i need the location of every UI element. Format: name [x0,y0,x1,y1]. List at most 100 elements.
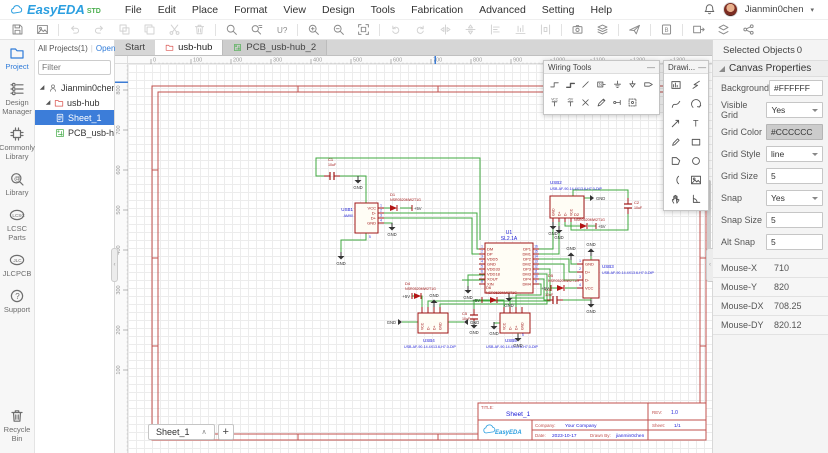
property-text-alt-snap[interactable]: 5 [766,234,823,250]
tab-usb-hub[interactable]: usb-hub [155,40,222,55]
sidebar-item-jlcpcb[interactable]: JLCJLCPCB [0,252,34,278]
sidebar-item-library[interactable]: @Library [0,171,34,197]
property-label: Alt Snap [721,237,755,247]
user-menu-chevron-down-icon[interactable]: ▾ [810,6,814,14]
svg-text:5: 5 [522,333,524,337]
open-link[interactable]: Open [96,44,116,53]
notifications-bell-icon[interactable] [703,3,716,16]
wiring-tool-earth-ground-icon[interactable] [625,77,641,92]
menu-item-view[interactable]: View [275,4,314,16]
sidebar-item-lcsc-parts[interactable]: LCSCLCSC Parts [0,207,34,242]
wiring-tool-v5-flag-icon[interactable]: +5V [563,95,579,110]
drawing-tool-arrow-icon[interactable] [666,115,686,131]
user-name[interactable]: Jianmin0chen [745,4,804,15]
toolbar-fly-netlist-icon[interactable] [622,22,647,38]
menu-item-tools[interactable]: Tools [363,4,404,16]
toolbar-image-icon[interactable] [30,22,55,38]
wiring-tool-voltage-probe-icon[interactable] [594,95,610,110]
drawing-tool-arc-3p-icon[interactable] [686,96,706,112]
avatar[interactable] [723,2,738,17]
wiring-tool-pin-icon[interactable] [609,95,625,110]
toolbar-screenshot-area-icon[interactable] [565,22,590,38]
toolbar-divider [58,24,59,36]
menu-item-help[interactable]: Help [583,4,621,16]
app-logo[interactable]: EasyEDA STD [8,3,101,16]
wiring-tool-net-flag-icon[interactable] [625,95,641,110]
toolbar-find-similar-icon[interactable] [244,22,269,38]
tree-item-sheet-1[interactable]: Sheet_1 [35,110,114,125]
toolbar-zoom-in-icon[interactable] [301,22,326,38]
toolbar-bom-icon[interactable]: B [654,22,679,38]
svg-text:Company:: Company: [535,423,556,428]
all-projects-link[interactable]: All Projects(1) [38,44,88,53]
property-text-snap-size[interactable]: 5 [766,212,823,228]
menu-item-edit[interactable]: Edit [150,4,184,16]
menu-item-fabrication[interactable]: Fabrication [403,4,471,16]
wiring-tool-no-connect-icon[interactable] [578,95,594,110]
drawing-tool-image-icon[interactable] [686,172,706,188]
drawing-tool-polygon-icon[interactable] [666,153,686,169]
property-select-grid-style[interactable]: line [766,146,823,162]
toolbar-search-icon[interactable] [219,22,244,38]
property-text-background[interactable]: #FFFFFF [769,80,823,96]
toolbar-save-icon[interactable] [5,22,30,38]
tree-expand-caret[interactable]: ◢ [45,99,51,106]
menu-item-design[interactable]: Design [314,4,363,16]
sheet-tab[interactable]: Sheet_1 ∧ [148,424,215,440]
wiring-tool-ground-icon[interactable] [609,77,625,92]
minimize-icon[interactable]: — [644,63,655,72]
sidebar-item-recycle-bin[interactable]: Recycle Bin [0,408,34,443]
tree-expand-caret[interactable]: ◢ [39,84,45,91]
sidebar-item-project[interactable]: Project [0,45,34,71]
sidebar-item-design-manager[interactable]: Design Manager [0,81,34,116]
property-select-snap[interactable]: Yes [766,190,823,206]
property-swatch-grid-color[interactable]: #CCCCCC [766,124,823,140]
sidebar-item-support[interactable]: ?Support [0,288,34,314]
drawing-tool-polyline-icon[interactable] [686,77,706,93]
wiring-tool-bus-icon[interactable] [563,77,579,92]
toolbar-update-ref-icon[interactable]: U? [269,22,294,38]
tab-start[interactable]: Start [115,40,155,55]
drawing-tool-pen-icon[interactable] [666,134,686,150]
menu-item-file[interactable]: File [117,4,150,16]
minimize-icon[interactable]: — [695,63,706,72]
canvas-properties-header[interactable]: Canvas Properties [713,60,828,77]
wiring-tool-net-port-icon[interactable] [640,77,656,92]
toolbar-zoom-out-icon[interactable] [326,22,351,38]
tree-user-row[interactable]: ◢Jianmin0chen [35,80,114,95]
drawing-tool-drag-icon[interactable] [666,191,686,207]
drawing-tool-arc-icon[interactable] [666,172,686,188]
toolbar-share-icon[interactable] [736,22,761,38]
wiring-tool-bus-entry-icon[interactable] [578,77,594,92]
toolbar-export-image-icon[interactable] [686,22,711,38]
add-sheet-button[interactable]: + [218,424,234,440]
sheet-list-chevron-icon[interactable]: ∧ [202,428,207,436]
menu-item-format[interactable]: Format [226,4,275,16]
drawing-tool-canvas-attr-icon[interactable] [666,77,686,93]
panel-splitter-handle[interactable]: ‹ [111,248,118,282]
toolbar-zoom-fit-icon[interactable] [351,22,376,38]
menu-item-setting[interactable]: Setting [534,4,583,16]
property-text-grid-size[interactable]: 5 [766,168,823,184]
menu-item-place[interactable]: Place [184,4,226,16]
wiring-tool-net-label-icon[interactable]: N [594,77,610,92]
sidebar-item-commonly-library[interactable]: Commonly Library [0,126,34,161]
schematic-canvas[interactable]: U1SL2.1ADM1DP2VDD53GND4VDD335VDD186XOUT7… [128,64,712,453]
property-select-visible-grid[interactable]: Yes [766,102,823,118]
drawing-tool-rect-icon[interactable] [686,134,706,150]
drawing-tool-bezier-icon[interactable] [666,96,686,112]
tree-project-row[interactable]: ◢usb-hub [35,95,114,110]
wiring-tool-vcc-flag-icon[interactable]: VCC [547,95,563,110]
svg-text:USB2: USB2 [550,180,562,185]
tab-pcb-usb-hub-2[interactable]: PCB_usb-hub_2 [222,40,327,55]
drawing-tool-angle-icon[interactable] [686,191,706,207]
drawing-tool-text-icon[interactable]: T [686,115,706,131]
filter-input[interactable] [38,60,111,75]
right-panel-collapse-handle[interactable]: ‹ [706,248,713,282]
toolbar-push-3d-icon[interactable] [590,22,615,38]
tree-item-pcb-usb-hub-2[interactable]: PCB_usb-hub_2 [35,125,114,140]
wiring-tool-wire-icon[interactable] [547,77,563,92]
menu-item-advanced[interactable]: Advanced [471,4,534,16]
drawing-tool-ellipse-icon[interactable] [686,153,706,169]
toolbar-layers-eye-icon[interactable] [711,22,736,38]
